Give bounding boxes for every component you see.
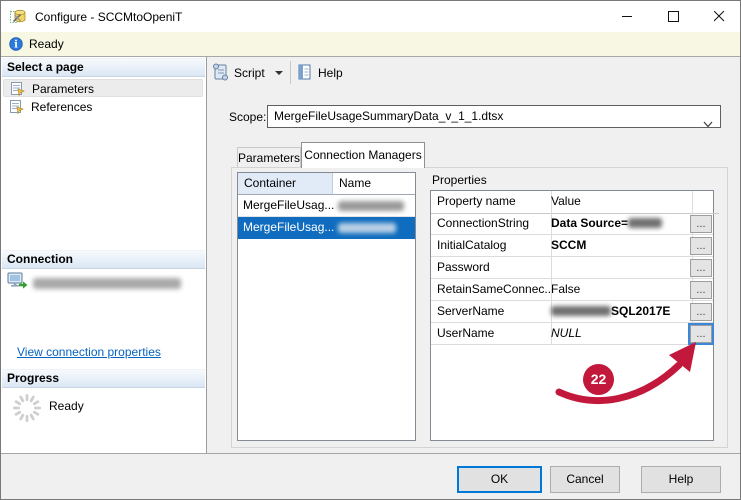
connection-name-redacted xyxy=(33,278,181,289)
close-icon[interactable] xyxy=(696,1,740,31)
help-button[interactable]: Help xyxy=(641,466,721,493)
progress-spinner-icon xyxy=(11,392,43,424)
tab-connection-managers[interactable]: Connection Managers xyxy=(301,142,425,168)
column-header-name[interactable]: Name xyxy=(333,173,415,195)
configure-dialog: Configure - SCCMtoOpeniT i Ready Select … xyxy=(0,0,741,500)
property-name-cell: ServerName xyxy=(431,301,552,322)
status-bar: i Ready xyxy=(1,32,740,57)
property-name-cell: RetainSameConnec... xyxy=(431,279,552,300)
ellipsis-button[interactable]: ... xyxy=(690,303,712,321)
value-text: SQL2017E xyxy=(611,304,671,318)
sidebar-item-references[interactable]: References xyxy=(3,98,203,116)
ellipsis-button[interactable]: ... xyxy=(690,259,712,277)
scope-label: Scope: xyxy=(229,110,267,124)
properties-title: Properties xyxy=(432,173,487,187)
sidebar-item-parameters[interactable]: Parameters xyxy=(3,79,203,97)
help-toolbar-button[interactable]: Help xyxy=(318,66,343,80)
sidebar: Select a page Parameters References Conn… xyxy=(1,57,207,453)
properties-grid: Property name Value ConnectionString Dat… xyxy=(430,190,719,441)
name-cell-redacted xyxy=(338,201,404,211)
property-name-cell: Password xyxy=(431,257,552,278)
scope-combobox[interactable]: MergeFileUsageSummaryData_v_1_1.dtsx xyxy=(267,105,721,128)
name-cell-redacted xyxy=(338,223,396,233)
annotation-badge: 22 xyxy=(583,364,614,395)
tab-parameters[interactable]: Parameters xyxy=(237,147,301,167)
ellipsis-button[interactable]: ... xyxy=(690,215,712,233)
property-name-cell: InitialCatalog xyxy=(431,235,552,256)
property-row: Password ... xyxy=(431,257,713,279)
property-value-cell[interactable]: SQL2017E xyxy=(545,301,693,322)
column-header-property-name[interactable]: Property name xyxy=(431,191,552,214)
ellipsis-button[interactable]: ... xyxy=(690,237,712,255)
help-icon xyxy=(297,63,313,81)
property-name-cell: UserName xyxy=(431,323,552,344)
properties-header-row: Property name Value xyxy=(431,191,719,214)
property-value-cell[interactable]: NULL xyxy=(545,323,693,344)
scope-value: MergeFileUsageSummaryData_v_1_1.dtsx xyxy=(274,109,504,123)
property-name-cell: ConnectionString xyxy=(431,213,552,234)
connection-header: Connection xyxy=(2,250,205,269)
sidebar-item-label: References xyxy=(31,100,93,114)
property-value-cell[interactable]: SCCM xyxy=(545,235,693,256)
property-value-cell[interactable]: False xyxy=(545,279,693,300)
select-a-page-header: Select a page xyxy=(2,58,205,77)
page-icon xyxy=(9,99,25,119)
container-cell: MergeFileUsag... xyxy=(243,220,335,234)
property-row: RetainSameConnec... False ... xyxy=(431,279,713,301)
ellipsis-button[interactable]: ... xyxy=(690,281,712,299)
connection-managers-grid: Container Name MergeFileUsag... MergeFil… xyxy=(237,172,416,441)
property-row: UserName NULL ... xyxy=(431,323,713,345)
ellipsis-button-username[interactable]: ... xyxy=(690,325,712,343)
column-header-container[interactable]: Container xyxy=(238,173,333,195)
property-row: ConnectionString Data Source= ... xyxy=(431,213,713,235)
manager-row[interactable]: MergeFileUsag... xyxy=(238,195,415,217)
value-text: Data Source= xyxy=(551,216,629,230)
title-bar: Configure - SCCMtoOpeniT xyxy=(1,1,740,32)
chevron-down-icon xyxy=(703,114,713,127)
maximize-button[interactable] xyxy=(650,1,696,31)
minimize-button[interactable] xyxy=(604,1,650,31)
property-row: InitialCatalog SCCM ... xyxy=(431,235,713,257)
property-value-cell[interactable]: Data Source= xyxy=(545,213,693,234)
sidebar-item-label: Parameters xyxy=(32,82,95,96)
script-icon xyxy=(212,62,229,82)
window-title: Configure - SCCMtoOpeniT xyxy=(35,10,183,24)
script-button[interactable]: Script xyxy=(234,66,265,80)
container-cell: MergeFileUsag... xyxy=(243,198,335,212)
manager-row-selected[interactable]: MergeFileUsag... xyxy=(238,217,415,239)
value-redacted xyxy=(628,217,663,228)
progress-status-text: Ready xyxy=(49,399,84,413)
toolbar-separator xyxy=(290,61,291,84)
property-row: ServerName SQL2017E ... xyxy=(431,301,713,323)
ok-button[interactable]: OK xyxy=(457,466,542,493)
status-text: Ready xyxy=(29,37,64,51)
column-header-buttons xyxy=(686,191,719,214)
progress-header: Progress xyxy=(2,369,205,388)
property-value-cell[interactable] xyxy=(545,257,693,278)
server-connection-icon xyxy=(7,272,29,290)
info-icon: i xyxy=(9,37,23,51)
script-dropdown-arrow-icon[interactable] xyxy=(275,71,283,75)
view-connection-properties-link[interactable]: View connection properties xyxy=(17,345,161,359)
value-redacted xyxy=(551,305,611,316)
footer: OK Cancel Help xyxy=(1,453,740,499)
column-header-value[interactable]: Value xyxy=(545,191,693,214)
app-icon xyxy=(10,8,26,24)
cancel-button[interactable]: Cancel xyxy=(550,466,620,493)
svg-text:i: i xyxy=(14,40,18,51)
